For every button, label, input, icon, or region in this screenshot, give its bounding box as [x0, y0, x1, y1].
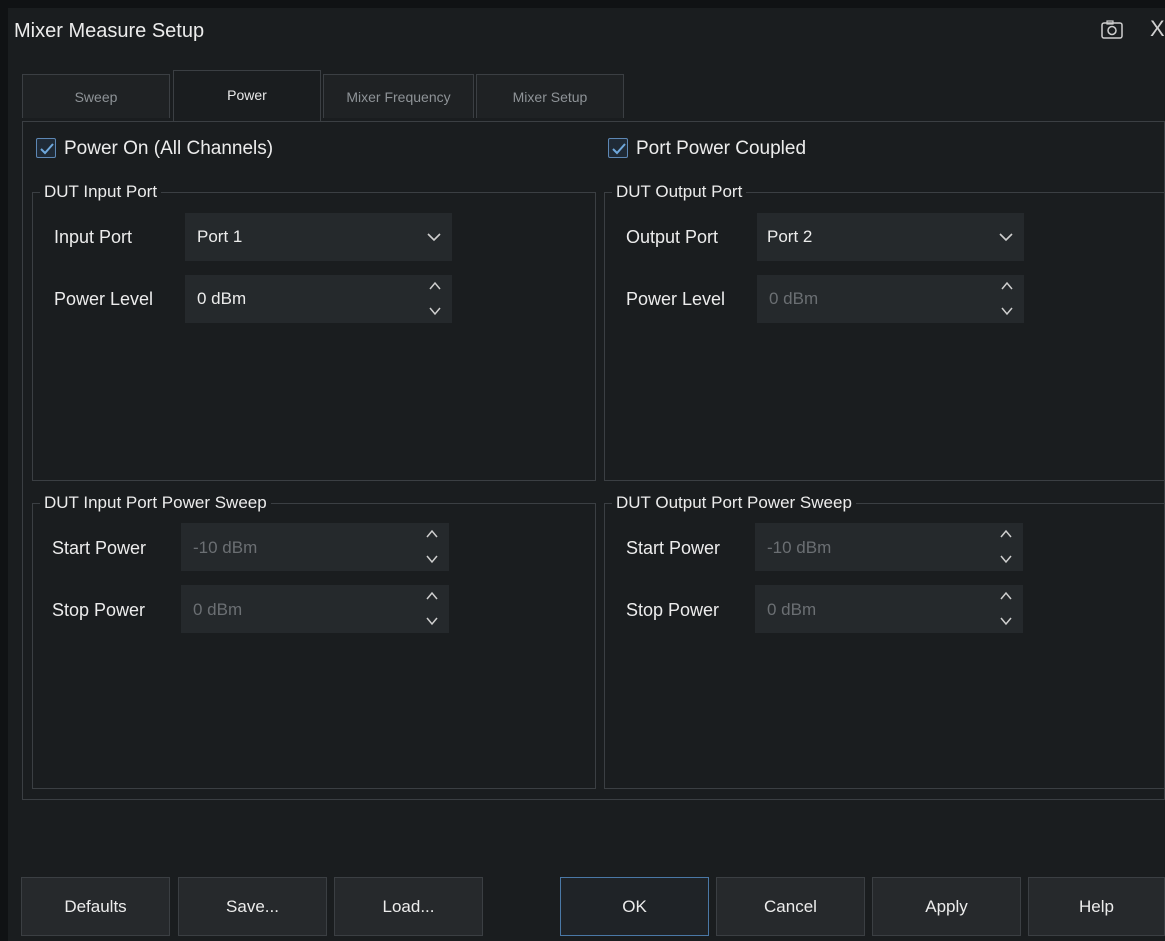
camera-icon[interactable] [1100, 18, 1124, 42]
tab-mixer-setup-label: Mixer Setup [512, 89, 588, 105]
output-port-select[interactable]: Port 2 [757, 213, 1024, 261]
chevron-down-icon[interactable] [429, 307, 441, 316]
output-power-level-label: Power Level [626, 289, 726, 309]
dut-output-port-title: DUT Output Port [612, 182, 747, 202]
power-on-label: Power On (All Channels) [64, 138, 274, 159]
output-stop-power-label: Stop Power [626, 600, 720, 620]
input-port-value: Port 1 [197, 227, 243, 246]
chevron-down-icon[interactable] [1000, 555, 1012, 564]
port-power-coupled-checkbox[interactable] [608, 138, 628, 158]
tab-sweep-label: Sweep [74, 89, 118, 105]
help-button[interactable]: Help [1028, 877, 1165, 936]
chevron-down-icon [427, 233, 441, 242]
chevron-down-icon [999, 233, 1013, 242]
tab-mixer-frequency[interactable]: Mixer Frequency [323, 74, 474, 118]
input-power-level-value: 0 dBm [197, 289, 247, 308]
dut-input-sweep-title: DUT Input Port Power Sweep [40, 493, 271, 513]
output-stop-power-value: 0 dBm [767, 600, 817, 619]
output-start-power-label: Start Power [626, 538, 721, 558]
tab-sweep[interactable]: Sweep [22, 74, 170, 118]
chevron-down-icon[interactable] [426, 617, 438, 626]
tab-power-label: Power [227, 87, 267, 103]
port-power-coupled-label: Port Power Coupled [636, 138, 807, 159]
chevron-down-icon[interactable] [426, 555, 438, 564]
output-power-level-value: 0 dBm [769, 289, 819, 308]
input-port-select[interactable]: Port 1 [185, 213, 452, 261]
window-title: Mixer Measure Setup [14, 20, 205, 42]
chevron-up-icon[interactable] [1001, 281, 1013, 290]
cancel-button[interactable]: Cancel [716, 877, 865, 936]
chevron-up-icon[interactable] [426, 529, 438, 538]
save-button[interactable]: Save... [178, 877, 327, 936]
check-icon [40, 143, 54, 155]
close-icon[interactable]: X [1150, 16, 1165, 42]
chevron-up-icon[interactable] [1000, 529, 1012, 538]
dut-input-port-title: DUT Input Port [40, 182, 162, 202]
load-button[interactable]: Load... [334, 877, 483, 936]
chevron-down-icon[interactable] [1001, 307, 1013, 316]
output-port-value: Port 2 [767, 227, 813, 246]
chevron-up-icon[interactable] [429, 281, 441, 290]
input-stop-power-label: Stop Power [52, 600, 146, 620]
output-start-power-value: -10 dBm [767, 538, 832, 557]
tab-power[interactable]: Power [173, 70, 321, 122]
chevron-up-icon[interactable] [426, 591, 438, 600]
defaults-button[interactable]: Defaults [21, 877, 170, 936]
tab-mixer-frequency-label: Mixer Frequency [346, 89, 451, 105]
input-stop-power-value: 0 dBm [193, 600, 243, 619]
input-start-power-label: Start Power [52, 538, 147, 558]
dut-output-sweep-title: DUT Output Port Power Sweep [612, 493, 856, 513]
input-start-power-value: -10 dBm [193, 538, 258, 557]
output-stop-power-spinbox[interactable]: 0 dBm [755, 585, 1023, 633]
input-start-power-spinbox[interactable]: -10 dBm [181, 523, 449, 571]
power-on-checkbox[interactable] [36, 138, 56, 158]
chevron-down-icon[interactable] [1000, 617, 1012, 626]
output-port-label: Output Port [626, 227, 719, 247]
output-power-level-spinbox[interactable]: 0 dBm [757, 275, 1024, 323]
input-power-level-spinbox[interactable]: 0 dBm [185, 275, 452, 323]
apply-button[interactable]: Apply [872, 877, 1021, 936]
input-port-label: Input Port [54, 227, 133, 247]
chevron-up-icon[interactable] [1000, 591, 1012, 600]
ok-button[interactable]: OK [560, 877, 709, 936]
output-start-power-spinbox[interactable]: -10 dBm [755, 523, 1023, 571]
input-stop-power-spinbox[interactable]: 0 dBm [181, 585, 449, 633]
tab-mixer-setup[interactable]: Mixer Setup [476, 74, 624, 118]
check-icon [612, 143, 626, 155]
input-power-level-label: Power Level [54, 289, 154, 309]
